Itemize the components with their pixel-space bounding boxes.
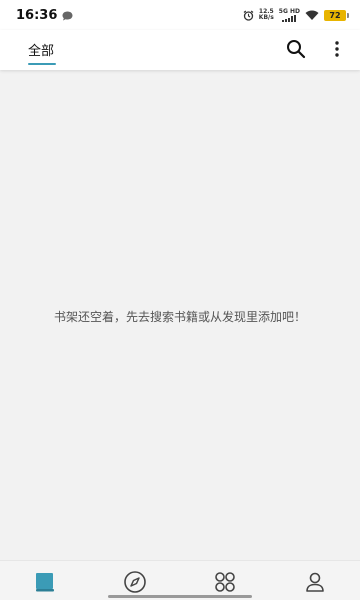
search-button[interactable] [285, 38, 307, 60]
status-right: 12.5 KB/s 5G HD 72 [243, 6, 349, 25]
status-time: 16:36 [16, 7, 58, 23]
net-type-group: 5G HD [279, 8, 300, 22]
wifi-icon [305, 6, 319, 25]
grid-icon [215, 572, 235, 592]
user-icon [306, 572, 324, 592]
top-app-bar: 全部 [0, 30, 360, 70]
nav-profile[interactable] [303, 570, 327, 594]
tab-indicator [28, 63, 56, 65]
home-indicator[interactable] [108, 595, 252, 598]
net-speed: 12.5 KB/s [259, 9, 274, 21]
nav-rss[interactable] [213, 570, 237, 594]
more-vertical-icon [335, 41, 339, 57]
net-speed-unit: KB/s [258, 14, 274, 21]
alarm-icon [243, 6, 254, 25]
more-options-button[interactable] [330, 38, 344, 60]
battery-icon: 72 [324, 9, 349, 21]
compass-icon [124, 571, 146, 593]
message-icon [62, 6, 73, 25]
bottom-nav [0, 560, 360, 600]
nav-discover[interactable] [123, 570, 147, 594]
status-bar: 16:36 12.5 KB/s 5G HD 72 [0, 0, 360, 30]
search-icon [287, 40, 306, 59]
bookshelf-icon [36, 573, 54, 592]
cell-signal-icon [282, 14, 297, 22]
nav-bookshelf[interactable] [33, 570, 57, 594]
status-left: 16:36 [16, 6, 73, 25]
tab-all[interactable]: 全部 [28, 40, 54, 59]
battery-level: 72 [329, 10, 341, 20]
empty-state-message: 书架还空着，先去搜索书籍或从发现里添加吧！ [53, 310, 306, 324]
